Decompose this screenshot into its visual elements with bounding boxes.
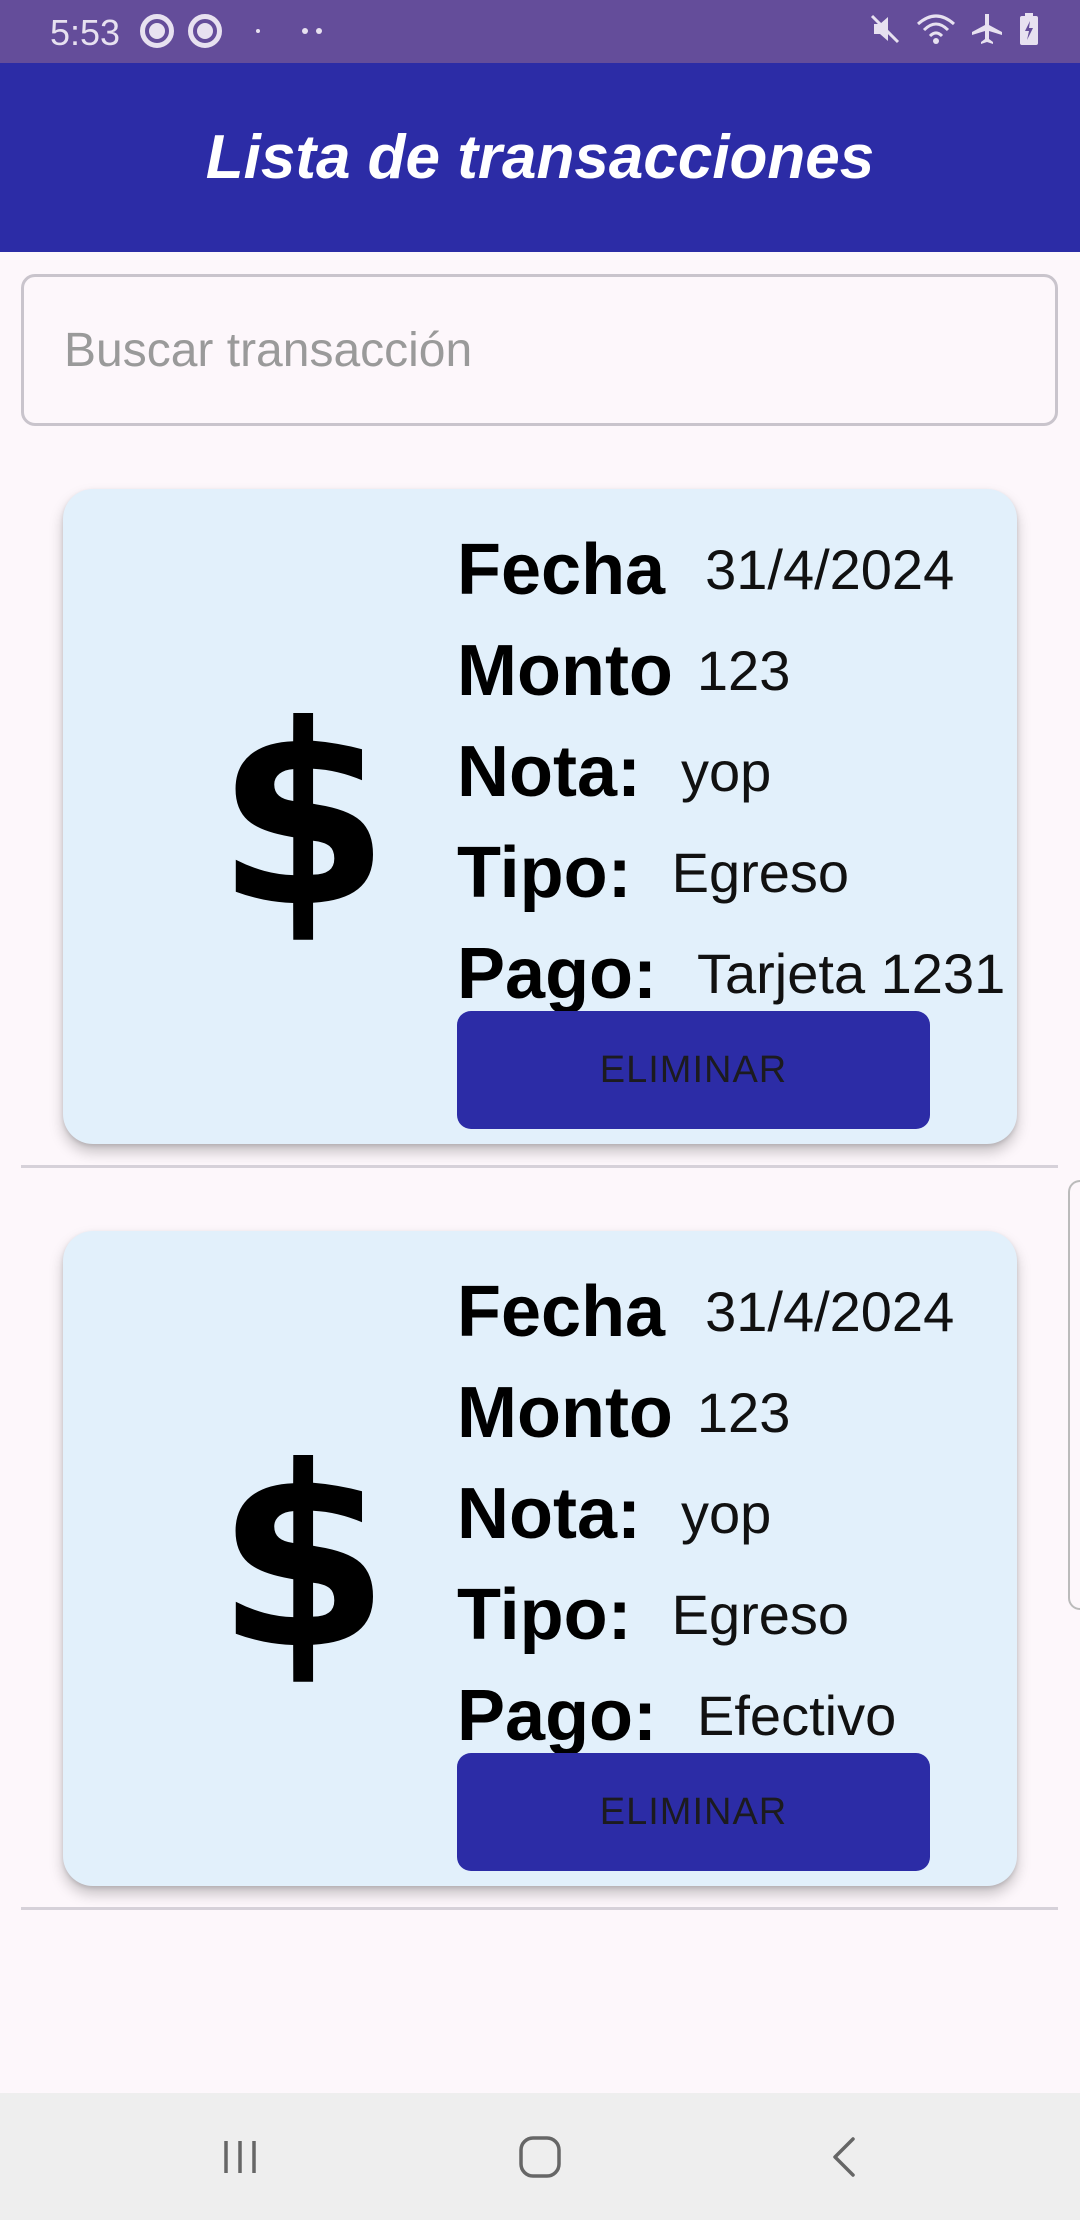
- tipo-value: Egreso: [671, 1583, 850, 1646]
- mute-icon: [870, 14, 900, 44]
- edge-panel-handle[interactable]: [1068, 1180, 1080, 1610]
- page-title: Lista de transacciones: [205, 123, 875, 192]
- pokeball-icon: [188, 14, 222, 48]
- system-icons: [868, 12, 1040, 46]
- nota-value: yop: [680, 1482, 772, 1545]
- monto-value: 123: [696, 639, 791, 702]
- recents-icon: [224, 2140, 256, 2173]
- nota-label: Nota:: [457, 1473, 641, 1554]
- recents-button[interactable]: [140, 2093, 340, 2220]
- fecha-label: Fecha: [457, 529, 666, 610]
- pago-label: Pago:: [457, 1675, 658, 1756]
- pago-value: Tarjeta 1231: [697, 942, 1006, 1005]
- fecha-row: Fecha 31/4/2024: [457, 519, 1017, 620]
- dot-icon: [256, 29, 260, 33]
- status-time: 5:53: [50, 12, 121, 53]
- status-bar: 5:53: [0, 0, 1080, 63]
- search-box[interactable]: [21, 274, 1058, 426]
- dollar-icon: $: [216, 1413, 390, 1704]
- monto-value: 123: [696, 1381, 791, 1444]
- pago-label: Pago:: [457, 933, 658, 1014]
- fecha-value: 31/4/2024: [705, 538, 955, 601]
- nota-row: Nota: yop: [457, 1463, 1017, 1564]
- transaction-card: $ Fecha 31/4/2024 Monto 123 Nota: yop Ti…: [63, 489, 1017, 1144]
- tipo-value: Egreso: [671, 841, 850, 904]
- pago-row: Pago: Efectivo: [457, 1665, 1017, 1766]
- search-input[interactable]: [64, 322, 1055, 378]
- airplane-icon: [972, 14, 1002, 44]
- tipo-label: Tipo:: [457, 1574, 632, 1655]
- transaction-card: $ Fecha 31/4/2024 Monto 123 Nota: yop Ti…: [63, 1231, 1017, 1886]
- home-button[interactable]: [440, 2093, 640, 2220]
- back-icon: [833, 2136, 855, 2177]
- nota-value: yop: [680, 740, 772, 803]
- pago-row: Pago: Tarjeta 1231: [457, 923, 1017, 1024]
- tipo-row: Tipo: Egreso: [457, 822, 1017, 923]
- wifi-icon: [917, 14, 955, 44]
- fecha-row: Fecha 31/4/2024: [457, 1261, 1017, 1362]
- more-dots-icon: [302, 28, 322, 34]
- tipo-label: Tipo:: [457, 832, 632, 913]
- notification-icons: [140, 14, 322, 48]
- monto-row: Monto 123: [457, 620, 1017, 721]
- list-item: $ Fecha 31/4/2024 Monto 123 Nota: yop Ti…: [0, 1168, 1080, 1910]
- delete-button[interactable]: ELIMINAR: [457, 1753, 930, 1871]
- transaction-fields: Fecha 31/4/2024 Monto 123 Nota: yop Tipo…: [457, 519, 1017, 1024]
- dollar-icon: $: [216, 671, 390, 962]
- battery-charging-icon: [1020, 13, 1038, 45]
- divider: [21, 1907, 1058, 1910]
- nota-row: Nota: yop: [457, 721, 1017, 822]
- delete-button[interactable]: ELIMINAR: [457, 1011, 930, 1129]
- pokeball-icon: [140, 14, 174, 48]
- transaction-list: $ Fecha 31/4/2024 Monto 123 Nota: yop Ti…: [0, 426, 1080, 1910]
- fecha-label: Fecha: [457, 1271, 666, 1352]
- monto-label: Monto: [457, 1372, 673, 1453]
- pago-value: Efectivo: [697, 1684, 897, 1747]
- tipo-row: Tipo: Egreso: [457, 1564, 1017, 1665]
- app-bar: Lista de transacciones: [0, 63, 1080, 252]
- home-icon: [519, 2135, 561, 2178]
- monto-row: Monto 123: [457, 1362, 1017, 1463]
- fecha-value: 31/4/2024: [705, 1280, 955, 1343]
- monto-label: Monto: [457, 630, 673, 711]
- list-item: $ Fecha 31/4/2024 Monto 123 Nota: yop Ti…: [0, 426, 1080, 1168]
- nota-label: Nota:: [457, 731, 641, 812]
- transaction-fields: Fecha 31/4/2024 Monto 123 Nota: yop Tipo…: [457, 1261, 1017, 1766]
- back-button[interactable]: [745, 2093, 945, 2220]
- navigation-bar: [0, 2093, 1080, 2220]
